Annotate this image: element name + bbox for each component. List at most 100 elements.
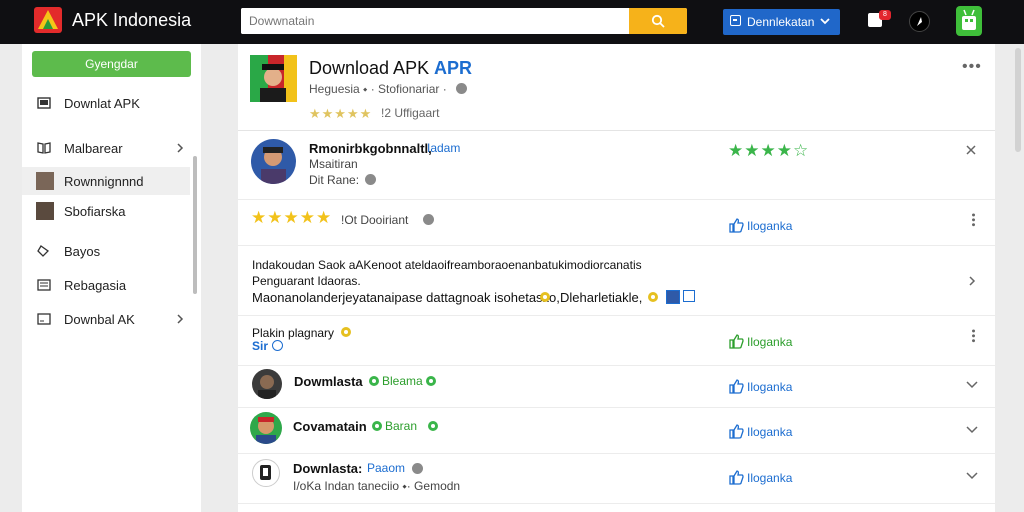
chevron-down-icon[interactable] bbox=[966, 381, 978, 389]
item-description: Maonanolanderjeyatanaipase dattagnoak is… bbox=[252, 290, 560, 305]
item-name: Dowmlasta bbox=[294, 374, 363, 389]
sidebar-item-rebagasia[interactable]: Rebagasia bbox=[22, 271, 190, 299]
like-button[interactable]: Iloganka bbox=[729, 424, 819, 440]
like-button[interactable]: Iloganka bbox=[729, 218, 819, 234]
chevron-right-icon bbox=[177, 143, 184, 153]
search-input[interactable] bbox=[241, 8, 645, 34]
sidebar-item-label: Bayos bbox=[64, 244, 101, 259]
app-rating-stars: ★★★★★ bbox=[309, 106, 373, 121]
list-item[interactable]: ★★★★★ !Ot Dooiriant Iloganka ••• bbox=[238, 199, 995, 246]
thumbnail-image bbox=[36, 172, 54, 190]
list-item[interactable]: Plakin plagnary Sir Iloganka ••• bbox=[238, 315, 995, 366]
item-tag[interactable]: Paaom bbox=[367, 461, 405, 475]
item-description: Dleharletiakle, bbox=[560, 290, 643, 305]
list-item[interactable]: Indakoudan Saok aAKenoot ateldaoifreambo… bbox=[238, 245, 995, 316]
book-icon bbox=[37, 142, 51, 154]
sidebar-primary-button[interactable]: Gyengdar bbox=[32, 51, 191, 77]
document-icon bbox=[37, 279, 51, 291]
like-button[interactable]: Iloganka bbox=[729, 334, 819, 350]
info-icon[interactable] bbox=[423, 214, 434, 225]
info-icon[interactable] bbox=[412, 463, 423, 474]
close-icon[interactable] bbox=[966, 145, 976, 155]
chevron-down-icon[interactable] bbox=[966, 472, 978, 480]
item-name: Covamatain bbox=[293, 419, 367, 434]
top-bar: APK Indonesia Dennlekatan 8 bbox=[0, 0, 1024, 44]
list-item[interactable]: Rmonirbkgobnnaltl, Iadam Msaitiran Dit R… bbox=[238, 131, 995, 200]
apk-logo-icon[interactable] bbox=[34, 7, 62, 33]
verified-icon bbox=[369, 376, 379, 386]
thumbs-up-icon bbox=[729, 218, 744, 233]
rating-stars: ★★★★☆ bbox=[728, 141, 810, 160]
sidebar-item-label: Sbofiarska bbox=[64, 204, 126, 219]
sidebar-scrollbar[interactable] bbox=[193, 156, 197, 294]
like-button[interactable]: Iloganka bbox=[729, 379, 819, 395]
avatar[interactable] bbox=[252, 459, 280, 487]
avatar[interactable] bbox=[252, 369, 282, 399]
item-description: Indakoudan Saok aAKenoot ateldaoifreambo… bbox=[252, 258, 642, 272]
item-tag[interactable]: Baran bbox=[385, 419, 417, 433]
info-icon[interactable] bbox=[365, 174, 376, 185]
thumbs-up-icon bbox=[729, 334, 744, 349]
sidebar-item-downlat-apk[interactable]: Downlat APK bbox=[22, 89, 190, 117]
like-label: Iloganka bbox=[747, 335, 793, 349]
search-bar bbox=[241, 8, 687, 34]
app-header: Download APK . APR Heguesia ⬩ · Stofiona… bbox=[238, 44, 995, 131]
avatar[interactable] bbox=[251, 139, 296, 184]
sidebar-item-label: Rownnignnnd bbox=[64, 174, 144, 189]
notification-badge: 8 bbox=[879, 10, 891, 20]
more-options-icon[interactable]: ••• bbox=[962, 58, 982, 76]
thumbnail-image bbox=[36, 202, 54, 220]
sidebar-item-malbarear[interactable]: Malbarear bbox=[22, 134, 190, 162]
search-button[interactable] bbox=[629, 8, 687, 34]
item-tag[interactable]: Sir bbox=[252, 339, 268, 353]
emoji-icon bbox=[341, 327, 351, 337]
app-title: Download APK . bbox=[309, 58, 440, 78]
thumbs-up-icon bbox=[729, 379, 744, 394]
info-icon[interactable] bbox=[456, 83, 467, 94]
sidebar-item-rownnignnnd[interactable]: Rownnignnnd bbox=[22, 167, 190, 195]
status-icon bbox=[272, 340, 283, 351]
avatar[interactable] bbox=[250, 412, 282, 444]
compass-icon[interactable] bbox=[909, 11, 930, 32]
list-item[interactable]: Covamatain Baran Iloganka bbox=[238, 407, 995, 454]
list-item[interactable]: Dowmlasta Bleama Iloganka bbox=[238, 365, 995, 408]
app-title-accent: APR bbox=[434, 58, 473, 78]
gallery-icon bbox=[683, 290, 695, 302]
android-icon[interactable] bbox=[956, 6, 982, 36]
item-meta: Dit Rane: bbox=[309, 173, 360, 187]
main-panel: Download APK . APR Heguesia ⬩ · Stofiona… bbox=[238, 44, 995, 512]
item-name: Rmonirbkgobnnaltl, bbox=[309, 141, 432, 156]
sidebar-item-bayos[interactable]: Bayos bbox=[22, 237, 190, 265]
verified-icon bbox=[426, 376, 436, 386]
item-tag[interactable]: Iadam bbox=[427, 141, 460, 155]
sidebar-item-label: Downlat APK bbox=[64, 96, 140, 111]
main-scrollbar[interactable] bbox=[1015, 48, 1021, 152]
sidebar-item-label: Rebagasia bbox=[64, 278, 127, 293]
more-options-icon[interactable]: ••• bbox=[967, 329, 979, 344]
more-options-icon[interactable]: ••• bbox=[967, 213, 979, 228]
brand-name[interactable]: APK Indonesia bbox=[72, 10, 191, 31]
item-tag[interactable]: Bleama bbox=[382, 374, 423, 388]
item-description: Plakin plagnary bbox=[252, 326, 335, 340]
verified-icon bbox=[428, 421, 438, 431]
app-rating-text: !2 Uffigaart bbox=[381, 106, 440, 120]
like-button[interactable]: Iloganka bbox=[729, 470, 819, 486]
sidebar-item-downbal-ak[interactable]: Downbal AK bbox=[22, 305, 190, 333]
app-subtitle: Heguesia ⬩ · Stofionariar · bbox=[309, 82, 447, 96]
chevron-right-icon[interactable] bbox=[968, 275, 976, 287]
download-dropdown-button[interactable]: Dennlekatan bbox=[723, 9, 840, 35]
sidebar-item-sbofiarska[interactable]: Sbofiarska bbox=[22, 197, 190, 225]
item-meta: !Ot Dooiriant bbox=[341, 213, 409, 227]
sidebar-item-label: Malbarear bbox=[64, 141, 123, 156]
list-item[interactable]: Downlasta: Paaom I/oKa Indan taneciio ⬩·… bbox=[238, 453, 995, 504]
app-icon[interactable] bbox=[250, 55, 297, 102]
item-name: Downlasta: bbox=[293, 461, 363, 476]
window-icon bbox=[37, 313, 51, 325]
emoji-icon bbox=[648, 292, 658, 302]
like-label: Iloganka bbox=[747, 219, 793, 233]
rating-stars: ★★★★★ bbox=[251, 208, 333, 227]
image-icon bbox=[666, 290, 680, 304]
sidebar: Gyengdar Downlat APK Malbarear Rownnignn… bbox=[22, 44, 201, 512]
chevron-down-icon[interactable] bbox=[966, 426, 978, 434]
download-icon bbox=[730, 15, 741, 26]
